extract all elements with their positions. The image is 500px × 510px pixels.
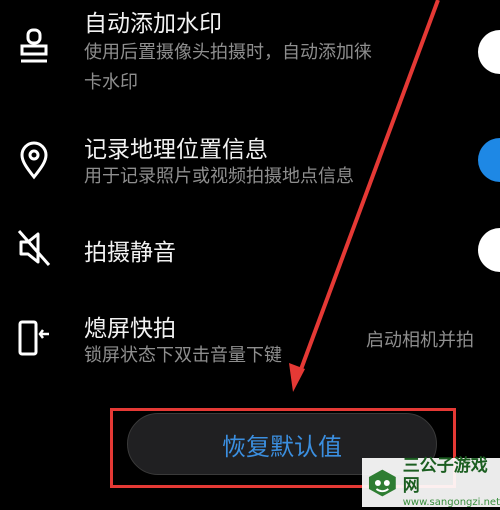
- setting-value: 启动相机并拍: [366, 330, 474, 351]
- setting-title: 记录地理位置信息: [84, 137, 268, 163]
- site-watermark: 三公子游戏网 www.sangongzi.net: [362, 455, 500, 508]
- setting-title: 熄屏快拍: [84, 316, 176, 342]
- watermark-url: www.sangongzi.net: [402, 496, 500, 508]
- setting-title: 自动添加水印: [84, 11, 222, 37]
- screen-off-snap-icon: [18, 320, 49, 356]
- stamp-icon: [20, 28, 48, 63]
- setting-auto-watermark[interactable]: 自动添加水印 使用后置摄像头拍摄时，自动添加徕 卡水印: [0, 0, 500, 110]
- location-toggle[interactable]: [478, 138, 500, 182]
- setting-subtitle: 用于记录照片或视频拍摄地点信息: [84, 166, 354, 187]
- watermark-toggle[interactable]: [478, 30, 500, 74]
- setting-location[interactable]: 记录地理位置信息 用于记录照片或视频拍摄地点信息: [0, 120, 500, 200]
- setting-mute-shutter[interactable]: 拍摄静音: [0, 220, 500, 280]
- watermark-logo-icon: [368, 469, 396, 496]
- mute-toggle[interactable]: [478, 228, 500, 272]
- watermark-name: 三公子游戏网: [402, 455, 488, 496]
- setting-title: 拍摄静音: [84, 240, 176, 266]
- setting-screen-off-snap[interactable]: 熄屏快拍 锁屏状态下双击音量下键 启动相机并拍: [0, 300, 500, 390]
- setting-subtitle: 使用后置摄像头拍摄时，自动添加徕 卡水印: [84, 42, 372, 93]
- location-pin-icon: [20, 141, 48, 180]
- speaker-mute-icon: [17, 230, 51, 266]
